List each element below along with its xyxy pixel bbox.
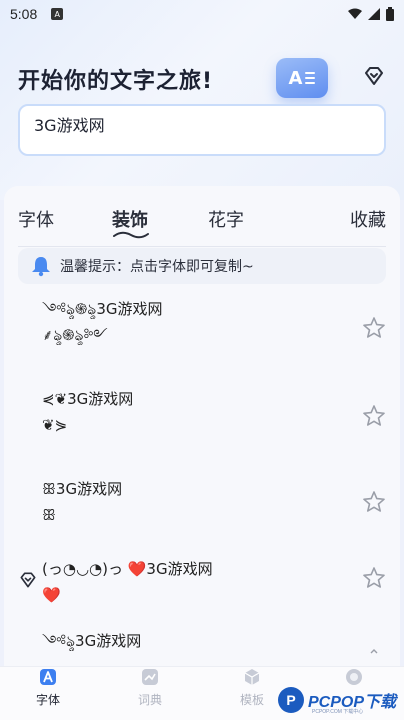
nav-item-dictionary[interactable]: 词典 xyxy=(120,667,180,720)
font-a-icon xyxy=(40,669,56,685)
watermark-sub: PCPOP.COM 下载中心 xyxy=(312,709,364,715)
battery-icon xyxy=(386,7,394,21)
hero-background xyxy=(0,0,404,200)
tab-font[interactable]: 字体 xyxy=(18,206,54,232)
item-text: ꕥ3G游戏网 ꕥ xyxy=(42,480,123,524)
notice-bar: 温馨提示：点击字体即可复制~ xyxy=(18,248,386,284)
tab-decoration[interactable]: 装饰 xyxy=(112,206,148,232)
tab-bar: 字体 装饰 花字 收藏 xyxy=(4,186,400,242)
item-text: ༺ৡ3G游戏网 xyxy=(42,632,142,650)
star-icon[interactable] xyxy=(362,404,386,428)
status-icons xyxy=(348,7,394,21)
badge-letter: A xyxy=(288,67,303,89)
status-time: 5:08 xyxy=(10,6,38,22)
tab-fancy-text[interactable]: 花字 xyxy=(208,206,244,232)
vip-diamond-icon[interactable] xyxy=(362,64,386,88)
status-bar: 5:08 A xyxy=(0,0,404,28)
star-icon[interactable] xyxy=(362,566,386,590)
divider xyxy=(18,246,386,247)
font-badge-icon: A xyxy=(276,58,328,98)
tab-favorites[interactable]: 收藏 xyxy=(350,206,386,232)
wifi-icon xyxy=(348,8,362,19)
watermark: P PCPOP下载 PCPOP.COM 下载中心 xyxy=(278,682,402,718)
nav-item-font[interactable]: 字体 xyxy=(18,667,78,720)
nav-label: 词典 xyxy=(137,693,162,707)
star-icon[interactable] xyxy=(362,316,386,340)
content-panel: 字体 装饰 花字 收藏 温馨提示：点击字体即可复制~ ༺ৡ֍ৡ3G游戏网 ⸙ৡ֍… xyxy=(4,186,400,666)
bell-icon xyxy=(32,257,50,277)
vip-diamond-icon xyxy=(20,572,36,588)
status-app-icon: A xyxy=(51,8,64,20)
nav-label: 模板 xyxy=(239,693,264,707)
item-text: (っ◔◡◔)っ ❤️3G游戏网 ❤️ xyxy=(42,560,213,604)
nav-label: 字体 xyxy=(35,693,60,707)
star-icon[interactable] xyxy=(362,490,386,514)
watermark-logo: P xyxy=(278,687,304,713)
signal-icon xyxy=(368,8,380,20)
tab-active-indicator xyxy=(113,231,149,239)
text-lines-icon xyxy=(305,72,316,84)
notice-text: 温馨提示：点击字体即可复制~ xyxy=(60,259,254,275)
scroll-indicator-icon xyxy=(370,649,378,654)
text-input[interactable]: 3G游戏网 xyxy=(18,104,386,156)
dictionary-icon xyxy=(142,669,158,685)
item-text: ༺ৡ֍ৡ3G游戏网 ⸙ৡ֍ৡ༻ xyxy=(42,300,163,344)
template-cube-icon xyxy=(244,669,260,685)
item-text: ⋞❦3G游戏网 ❦⋟ xyxy=(42,390,134,434)
nav-item-template[interactable]: 模板 xyxy=(222,667,282,720)
page-title: 开始你的文字之旅! xyxy=(18,69,214,94)
